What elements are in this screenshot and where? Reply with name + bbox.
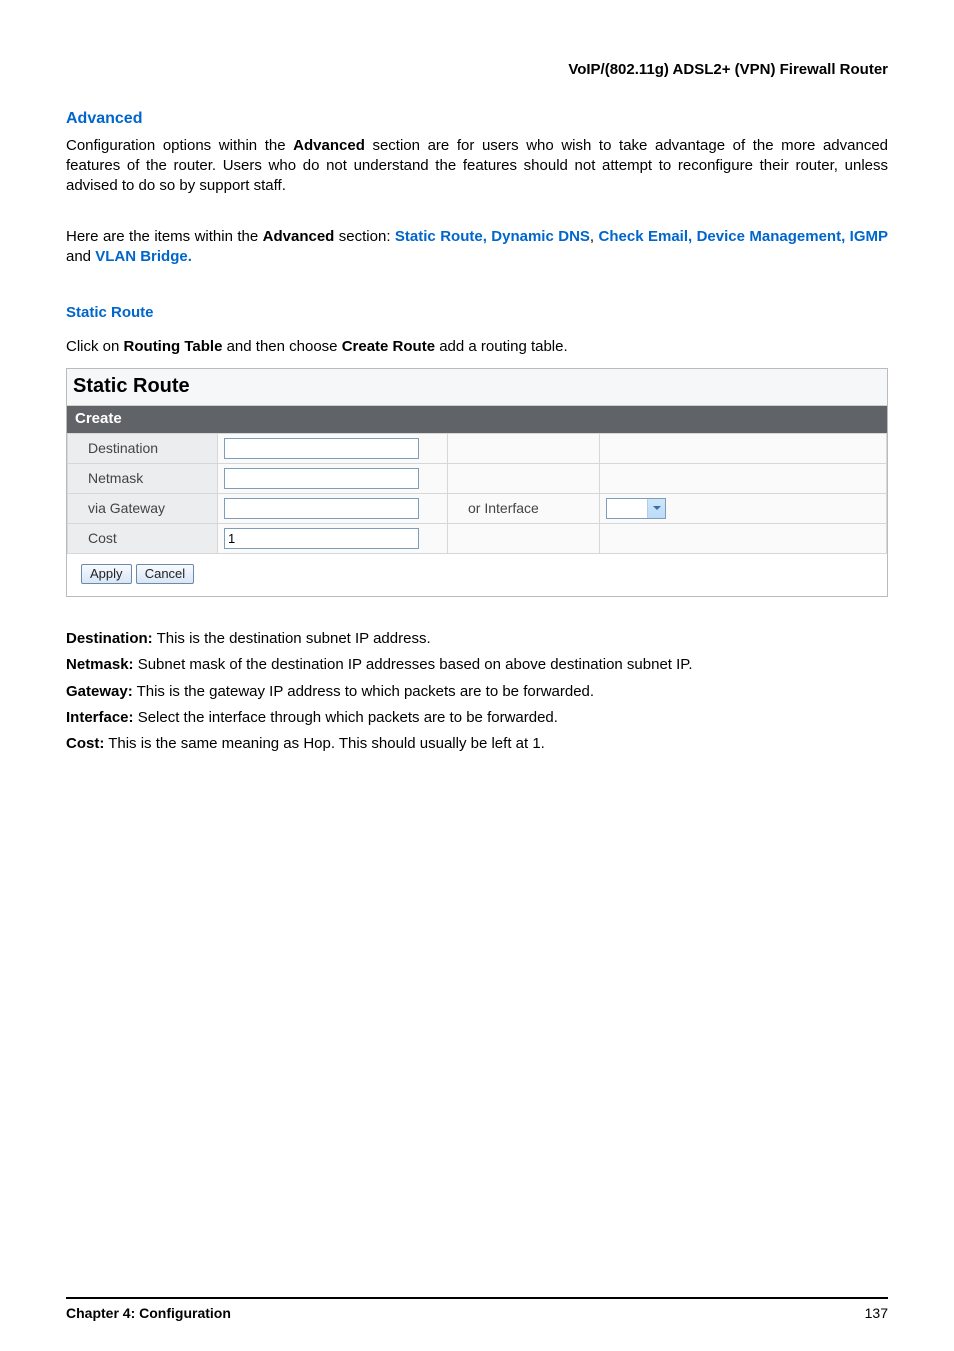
text-bold: Routing Table <box>124 338 223 355</box>
desc-netmask: Netmask: Subnet mask of the destination … <box>66 655 888 675</box>
label-or-interface: or Interface <box>448 493 600 523</box>
desc-text: Subnet mask of the destination IP addres… <box>134 656 693 673</box>
cell-gateway-input <box>218 493 448 523</box>
desc-text: This is the same meaning as Hop. This sh… <box>104 735 545 752</box>
heading-static-route: Static Route <box>66 303 888 323</box>
label-destination: Destination <box>68 433 218 463</box>
desc-text: This is the gateway IP address to which … <box>133 683 594 700</box>
cell-empty <box>448 463 600 493</box>
desc-destination: Destination: This is the destination sub… <box>66 629 888 649</box>
label-via-gateway: via Gateway <box>68 493 218 523</box>
text: Click on <box>66 338 124 355</box>
cell-empty <box>600 433 887 463</box>
button-row: Apply Cancel <box>67 554 887 596</box>
apply-button[interactable]: Apply <box>81 564 132 584</box>
netmask-input[interactable] <box>224 468 419 489</box>
desc-cost: Cost: This is the same meaning as Hop. T… <box>66 734 888 754</box>
paragraph-intro: Configuration options within the Advance… <box>66 136 888 197</box>
cell-empty <box>448 523 600 553</box>
text-bold: Create Route <box>342 338 435 355</box>
cell-empty <box>600 523 887 553</box>
destination-input[interactable] <box>224 438 419 459</box>
desc-label: Interface: <box>66 709 134 726</box>
text: Here are the items within the <box>66 228 263 245</box>
footer-page-number: 137 <box>865 1304 888 1323</box>
text-bold: Advanced <box>263 228 335 245</box>
chevron-down-icon <box>647 499 665 518</box>
row-gateway: via Gateway or Interface <box>68 493 887 523</box>
document-header: VoIP/(802.11g) ADSL2+ (VPN) Firewall Rou… <box>66 60 888 80</box>
cell-netmask-input <box>218 463 448 493</box>
link-group-2: Check Email, Device Management, IGMP <box>599 228 888 245</box>
text: add a routing table. <box>435 338 568 355</box>
row-destination: Destination <box>68 433 887 463</box>
text: Configuration options within the <box>66 137 293 154</box>
interface-select[interactable] <box>606 498 666 519</box>
text: , <box>590 228 599 245</box>
form-table: Destination Netmask via Gateway <box>67 433 887 554</box>
static-route-panel: Static Route Create Destination Netmask <box>66 368 888 598</box>
gateway-input[interactable] <box>224 498 419 519</box>
footer: Chapter 4: Configuration 137 <box>66 1304 888 1323</box>
desc-label: Destination: <box>66 630 153 647</box>
text: and then choose <box>222 338 341 355</box>
text: section: <box>334 228 395 245</box>
text: and <box>66 248 95 265</box>
row-netmask: Netmask <box>68 463 887 493</box>
paragraph-links: Here are the items within the Advanced s… <box>66 227 888 268</box>
desc-gateway: Gateway: This is the gateway IP address … <box>66 682 888 702</box>
row-cost: Cost <box>68 523 887 553</box>
desc-interface: Interface: Select the interface through … <box>66 708 888 728</box>
heading-advanced: Advanced <box>66 108 888 130</box>
panel-subhead-create: Create <box>67 406 887 433</box>
cost-input[interactable] <box>224 528 419 549</box>
cancel-button[interactable]: Cancel <box>136 564 194 584</box>
footer-rule <box>66 1297 888 1299</box>
desc-text: This is the destination subnet IP addres… <box>153 630 431 647</box>
cell-empty <box>600 463 887 493</box>
cell-interface-select <box>600 493 887 523</box>
panel-title: Static Route <box>67 369 887 406</box>
cell-cost-input <box>218 523 448 553</box>
label-cost: Cost <box>68 523 218 553</box>
cell-empty <box>448 433 600 463</box>
paragraph-instruction: Click on Routing Table and then choose C… <box>66 337 888 357</box>
desc-label: Cost: <box>66 735 104 752</box>
link-group-3: VLAN Bridge. <box>95 248 192 265</box>
desc-label: Gateway: <box>66 683 133 700</box>
cell-destination-input <box>218 433 448 463</box>
desc-text: Select the interface through which packe… <box>134 709 558 726</box>
label-netmask: Netmask <box>68 463 218 493</box>
text-bold: Advanced <box>293 137 365 154</box>
link-group-1: Static Route, Dynamic DNS <box>395 228 590 245</box>
desc-label: Netmask: <box>66 656 134 673</box>
footer-chapter: Chapter 4: Configuration <box>66 1304 231 1323</box>
